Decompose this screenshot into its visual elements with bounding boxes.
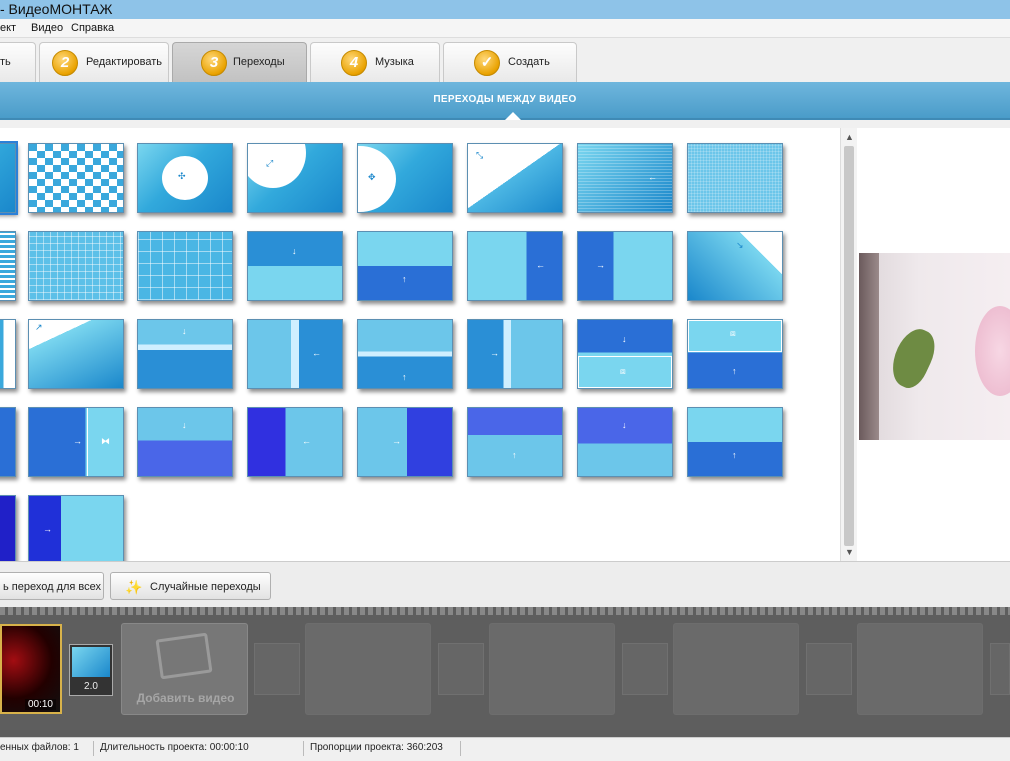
transition-thumb[interactable] xyxy=(0,495,16,561)
transition-thumb[interactable]: ⧈ ↑ xyxy=(687,319,783,389)
transition-thumb[interactable] xyxy=(28,231,124,301)
transition-thumb[interactable]: ↘ xyxy=(687,231,783,301)
scrollbar-thumb[interactable] xyxy=(844,146,854,546)
step-2-badge-icon: 2 xyxy=(52,50,78,76)
transition-thumb[interactable]: ↓ xyxy=(137,407,233,477)
magic-wand-icon: ✨ xyxy=(125,579,143,595)
transition-thumb[interactable] xyxy=(28,143,124,213)
status-bar: енных файлов: 1 Длительность проекта: 00… xyxy=(0,737,1010,761)
status-files: енных файлов: 1 xyxy=(0,742,79,753)
empty-clip-slot xyxy=(489,623,615,715)
tab-label: Музыка xyxy=(375,56,414,68)
transition-duration: 2.0 xyxy=(84,681,98,692)
transition-thumb[interactable]: → xyxy=(28,495,124,561)
transition-placeholder xyxy=(254,643,300,695)
transition-thumb[interactable]: ↑ xyxy=(467,407,563,477)
transition-placeholder xyxy=(438,643,484,695)
preview-panel xyxy=(857,128,1010,561)
transition-thumb[interactable]: ↑ xyxy=(687,407,783,477)
add-video-label: Добавить видео xyxy=(136,691,235,705)
transition-slot[interactable]: 2.0 xyxy=(69,644,113,696)
step-4-badge-icon: 4 xyxy=(341,50,367,76)
checkmark-icon: ✓ xyxy=(474,50,500,76)
transition-thumb[interactable]: ✣ xyxy=(137,143,233,213)
transition-thumb[interactable] xyxy=(687,143,783,213)
tab-files[interactable]: ть xyxy=(0,42,36,82)
button-label: ь переход для всех xyxy=(3,581,102,593)
transition-thumb[interactable]: ↓ xyxy=(577,407,673,477)
transition-thumb[interactable]: ↑ xyxy=(357,319,453,389)
transition-thumb[interactable]: ↓ xyxy=(137,319,233,389)
transition-placeholder xyxy=(806,643,852,695)
transition-thumb[interactable]: ⤢ xyxy=(247,143,343,213)
transition-thumb[interactable]: → xyxy=(357,407,453,477)
transition-thumb[interactable]: ✥ xyxy=(357,143,453,213)
transition-thumb[interactable]: ↑ xyxy=(357,231,453,301)
tab-label: Редактировать xyxy=(86,56,162,68)
transition-thumb[interactable]: ↓ ⧈ xyxy=(577,319,673,389)
transition-toolbar: ь переход для всех ✨ Случайные переходы xyxy=(0,561,1010,607)
menu-video[interactable]: Видео xyxy=(31,22,63,34)
window-title: - ВидеоМОНТАЖ xyxy=(0,1,113,17)
step-3-badge-icon: 3 xyxy=(201,50,227,76)
apply-to-all-button[interactable]: ь переход для всех xyxy=(0,572,104,600)
random-transitions-button[interactable]: ✨ Случайные переходы xyxy=(110,572,271,600)
transition-thumb[interactable]: → xyxy=(467,319,563,389)
status-duration: Длительность проекта: 00:00:10 xyxy=(100,742,249,753)
empty-clip-slot xyxy=(857,623,983,715)
status-divider xyxy=(460,741,461,756)
transition-thumb[interactable] xyxy=(0,319,16,389)
transition-preview xyxy=(72,647,110,677)
transition-thumb[interactable] xyxy=(0,141,18,215)
tab-transitions[interactable]: 3 Переходы xyxy=(172,42,307,82)
status-proportions: Пропорции проекта: 360:203 xyxy=(310,742,443,753)
storyboard-timeline: 00:10 2.0 Добавить видео xyxy=(0,607,1010,737)
transition-thumb[interactable]: ↓ xyxy=(247,231,343,301)
tab-label: Переходы xyxy=(233,56,285,68)
transition-thumb[interactable]: → ⧓ xyxy=(28,407,124,477)
video-clip[interactable]: 00:10 xyxy=(0,624,62,714)
film-perforation xyxy=(0,607,1010,615)
transition-placeholder xyxy=(622,643,668,695)
transition-placeholder xyxy=(990,643,1010,695)
transition-thumb[interactable]: ← xyxy=(247,407,343,477)
preview-image-stem xyxy=(859,253,879,440)
transition-thumb[interactable]: ← xyxy=(247,319,343,389)
transition-thumb[interactable] xyxy=(0,407,16,477)
tab-music[interactable]: 4 Музыка xyxy=(310,42,440,82)
empty-clip-slot xyxy=(305,623,431,715)
title-bar: - ВидеоМОНТАЖ xyxy=(0,0,1010,19)
step-tabs: ть 2 Редактировать 3 Переходы 4 Музыка ✓… xyxy=(0,38,1010,82)
empty-clip-slot xyxy=(673,623,799,715)
menu-project[interactable]: ект xyxy=(0,22,16,34)
banner-pointer xyxy=(505,112,521,120)
scroll-down-icon[interactable]: ▼ xyxy=(845,547,854,557)
transition-thumb[interactable]: ← xyxy=(467,231,563,301)
section-banner: ПЕРЕХОДЫ МЕЖДУ ВИДЕО xyxy=(0,82,1010,120)
transition-thumb[interactable]: ↗ xyxy=(28,319,124,389)
transition-thumb[interactable]: ← xyxy=(577,143,673,213)
tab-edit[interactable]: 2 Редактировать xyxy=(39,42,169,82)
status-divider xyxy=(303,741,304,756)
section-title: ПЕРЕХОДЫ МЕЖДУ ВИДЕО xyxy=(433,94,577,105)
button-label: Случайные переходы xyxy=(150,581,261,593)
tab-label: Создать xyxy=(508,56,550,68)
clip-duration: 00:10 xyxy=(24,699,56,710)
add-video-button[interactable]: Добавить видео xyxy=(121,623,248,715)
film-icon xyxy=(155,632,213,680)
transition-thumb[interactable] xyxy=(0,231,16,301)
transition-thumb[interactable] xyxy=(137,231,233,301)
tab-create[interactable]: ✓ Создать xyxy=(443,42,577,82)
tab-label: ть xyxy=(0,56,11,68)
gallery-scrollbar[interactable]: ▲ ▼ xyxy=(840,128,857,561)
status-divider xyxy=(93,741,94,756)
scroll-up-icon[interactable]: ▲ xyxy=(845,132,854,142)
menu-help[interactable]: Справка xyxy=(71,22,114,34)
menu-bar: ект Видео Справка xyxy=(0,19,1010,38)
transition-gallery: ✣ ⤢ ✥ ⤡ ← ↓ ↑ ← → ↘ ↗ ↓ ← ↑ → ↓ ⧈ ⧈ ↑ → ⧓ ↓… xyxy=(0,128,840,561)
transition-thumb[interactable]: ⤡ xyxy=(467,143,563,213)
transition-thumb[interactable]: → xyxy=(577,231,673,301)
